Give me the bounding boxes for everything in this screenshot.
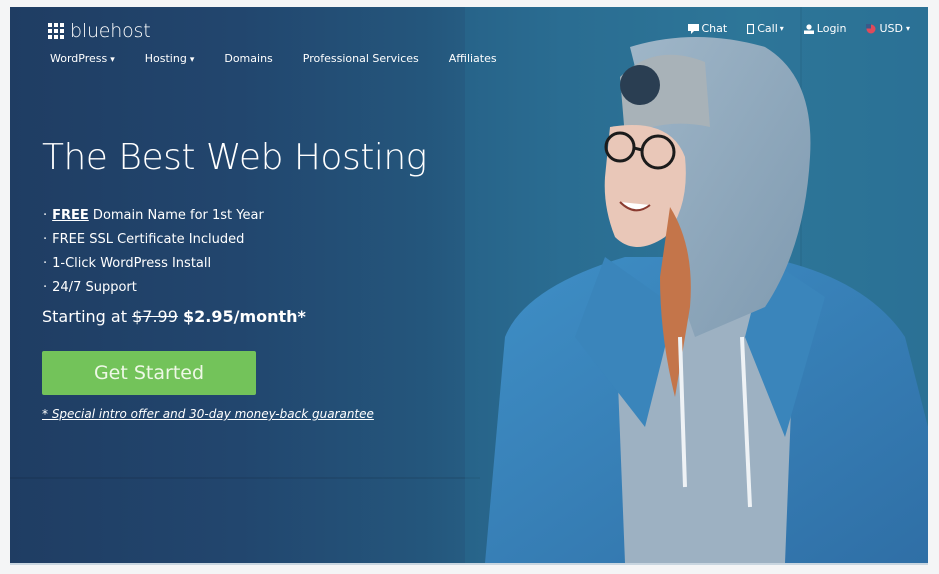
price-prefix: Starting at <box>42 307 133 326</box>
feature-item: · FREE Domain Name for 1st Year <box>43 204 264 228</box>
bullet: · <box>43 280 48 295</box>
nav-item-wordpress[interactable]: WordPress ▾ <box>50 52 115 65</box>
feature-item: · 1-Click WordPress Install <box>43 252 264 276</box>
hero-headline: The Best Web Hosting <box>42 137 427 178</box>
logo-text: bluehost <box>70 20 151 42</box>
chat-icon <box>687 23 699 34</box>
nav-item-hosting[interactable]: Hosting ▾ <box>145 52 195 65</box>
currency-selector[interactable]: USD ▾ <box>866 22 910 35</box>
nav-label: WordPress <box>50 52 108 65</box>
hero-banner: bluehost WordPress ▾ Hosting ▾ Domains Pro… <box>10 7 928 563</box>
new-price: $2.95/month* <box>182 307 306 326</box>
feature-emphasis: FREE <box>52 208 89 223</box>
offer-disclaimer-link[interactable]: * Special intro offer and 30-day money-b… <box>42 407 374 421</box>
nav-item-affiliates[interactable]: Affiliates <box>449 52 497 65</box>
login-label: Login <box>816 22 847 35</box>
feature-text: FREE SSL Certificate Included <box>52 232 245 247</box>
nav-label: Affiliates <box>448 52 497 65</box>
bullet: · <box>43 256 48 271</box>
hero-bottom-edge <box>10 563 928 565</box>
login-link[interactable]: Login <box>803 22 847 35</box>
utility-nav: Chat Call ▾ Login USD ▾ <box>668 22 910 35</box>
main-nav: WordPress ▾ Hosting ▾ Domains Professional… <box>50 52 527 65</box>
user-icon <box>803 23 814 34</box>
feature-text: Domain Name for 1st Year <box>88 208 264 223</box>
bluehost-logo[interactable]: bluehost <box>48 20 151 42</box>
wall-seam <box>10 477 480 479</box>
phone-icon <box>747 23 755 34</box>
nav-item-domains[interactable]: Domains <box>224 52 272 65</box>
feature-text: 24/7 Support <box>52 280 137 295</box>
feature-item: · 24/7 Support <box>43 276 264 300</box>
price-line: Starting at $7.99 $2.95/month* <box>42 307 306 326</box>
call-link[interactable]: Call ▾ <box>747 22 784 35</box>
call-label: Call <box>757 22 778 35</box>
chat-label: Chat <box>701 22 728 35</box>
nav-label: Professional Services <box>302 52 419 65</box>
flag-icon <box>866 23 876 33</box>
nav-item-professional-services[interactable]: Professional Services <box>303 52 419 65</box>
chat-link[interactable]: Chat <box>687 22 728 35</box>
chevron-down-icon: ▾ <box>110 55 115 65</box>
bullet: · <box>43 208 48 223</box>
nav-label: Domains <box>224 52 273 65</box>
currency-label: USD <box>879 22 903 35</box>
chevron-down-icon: ▾ <box>905 24 910 33</box>
old-price: $7.99 <box>132 307 178 326</box>
chevron-down-icon: ▾ <box>779 24 784 33</box>
feature-item: · FREE SSL Certificate Included <box>43 228 264 252</box>
get-started-button[interactable]: Get Started <box>42 351 256 395</box>
feature-text: 1-Click WordPress Install <box>52 256 212 271</box>
logo-grid-icon <box>48 23 64 39</box>
nav-label: Hosting <box>144 52 187 65</box>
chevron-down-icon: ▾ <box>189 55 195 65</box>
bullet: · <box>43 232 48 247</box>
hero-photo <box>465 7 928 563</box>
feature-list: · FREE Domain Name for 1st Year · FREE SSL… <box>43 204 264 300</box>
